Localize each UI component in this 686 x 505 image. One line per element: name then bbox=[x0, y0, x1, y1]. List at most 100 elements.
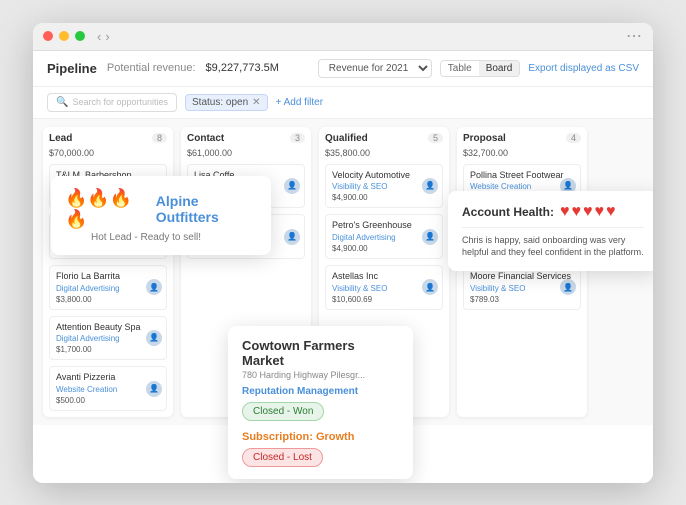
pipeline-label: Pipeline bbox=[47, 61, 97, 76]
deal-tag: Visibility & SEO bbox=[470, 284, 574, 293]
deal-tag: Visibility & SEO bbox=[332, 182, 436, 191]
search-box[interactable]: 🔍 Search for opportunities bbox=[47, 93, 177, 112]
deal-card[interactable]: Florio La Barrita Digital Advertising $3… bbox=[49, 265, 167, 310]
avatar: 👤 bbox=[146, 279, 162, 295]
deal-name: Pollina Street Footwear bbox=[470, 170, 574, 182]
view-toggle: Table Board bbox=[440, 60, 521, 77]
deal-card[interactable]: Avanti Pizzeria Website Creation $500.00… bbox=[49, 366, 167, 411]
heart-3: ♥ bbox=[583, 203, 593, 221]
avatar: 👤 bbox=[422, 178, 438, 194]
nav-back[interactable]: ‹ bbox=[97, 29, 101, 44]
filter-tag[interactable]: Status: open ✕ bbox=[185, 94, 268, 111]
col-amount-lead: $70,000.00 bbox=[49, 148, 167, 158]
deal-amount: $4,900.00 bbox=[332, 244, 436, 253]
browser-nav: ‹ › bbox=[97, 29, 110, 44]
deal-tag: Digital Advertising bbox=[56, 334, 160, 343]
col-count-qualified: 5 bbox=[428, 133, 443, 143]
app-content: Pipeline Potential revenue: $9,227,773.5… bbox=[33, 51, 653, 483]
top-bar-right: Revenue for 2021 Table Board Export disp… bbox=[318, 59, 639, 78]
deal-card[interactable]: Astellas Inc Visibility & SEO $10,600.69… bbox=[325, 265, 443, 310]
deal-tag: Digital Advertising bbox=[56, 284, 160, 293]
deal-name: Petro's Greenhouse bbox=[332, 220, 436, 232]
add-filter[interactable]: + Add filter bbox=[276, 97, 324, 108]
heart-4: ♥ bbox=[595, 203, 605, 221]
heart-1: ♥ bbox=[560, 203, 570, 221]
deal-amount: $3,800.00 bbox=[56, 295, 160, 304]
avatar: 👤 bbox=[422, 229, 438, 245]
col-header-proposal: Proposal 4 bbox=[463, 133, 581, 144]
col-amount-contact: $61,000.00 bbox=[187, 148, 305, 158]
filter-bar: 🔍 Search for opportunities Status: open … bbox=[33, 87, 653, 119]
heart-5: ♥ bbox=[606, 203, 616, 221]
col-title-qualified: Qualified bbox=[325, 133, 368, 144]
deal-tag: Website Creation bbox=[56, 385, 160, 394]
tl-yellow[interactable] bbox=[59, 31, 69, 41]
avatar: 👤 bbox=[284, 178, 300, 194]
deal-amount: $500.00 bbox=[56, 396, 160, 405]
deal-tag: Digital Advertising bbox=[332, 233, 436, 242]
browser-menu[interactable]: ⋯ bbox=[626, 26, 643, 46]
closed-won-badge: Closed - Won bbox=[242, 402, 324, 421]
alpine-title: Alpine Outfitters bbox=[156, 193, 257, 225]
year-select[interactable]: Revenue for 2021 bbox=[318, 59, 432, 78]
col-count-proposal: 4 bbox=[566, 133, 581, 143]
deal-tag: Visibility & SEO bbox=[332, 284, 436, 293]
column-proposal: Proposal 4 $32,700.00 Pollina Street Foo… bbox=[457, 127, 587, 417]
filter-tag-label: Status: open bbox=[192, 97, 248, 108]
col-header-contact: Contact 3 bbox=[187, 133, 305, 144]
health-text: Chris is happy, said onboarding was very… bbox=[462, 234, 644, 259]
deal-name: Avanti Pizzeria bbox=[56, 372, 160, 384]
cowtown-sub-title: Subscription: Growth bbox=[242, 431, 399, 443]
revenue-value: $9,227,773.5M bbox=[206, 62, 279, 74]
col-amount-qualified: $35,800.00 bbox=[325, 148, 443, 158]
col-count-contact: 3 bbox=[290, 133, 305, 143]
table-view-btn[interactable]: Table bbox=[441, 61, 479, 76]
tl-red[interactable] bbox=[43, 31, 53, 41]
revenue-label: Potential revenue: bbox=[107, 62, 196, 74]
deal-amount: $1,700.00 bbox=[56, 345, 160, 354]
deal-card[interactable]: Attention Beauty Spa Digital Advertising… bbox=[49, 316, 167, 361]
deal-name: Velocity Automotive bbox=[332, 170, 436, 182]
avatar: 👤 bbox=[284, 229, 300, 245]
avatar: 👤 bbox=[146, 330, 162, 346]
avatar: 👤 bbox=[560, 279, 576, 295]
deal-amount: $10,600.69 bbox=[332, 295, 436, 304]
col-amount-proposal: $32,700.00 bbox=[463, 148, 581, 158]
health-popup: Account Health: ♥ ♥ ♥ ♥ ♥ Chris is happy… bbox=[448, 191, 653, 271]
divider bbox=[462, 227, 644, 228]
cowtown-address: 780 Harding Highway Pilesgr... bbox=[242, 370, 399, 380]
col-header-lead: Lead 8 bbox=[49, 133, 167, 144]
avatar: 👤 bbox=[422, 279, 438, 295]
deal-amount: $789.03 bbox=[470, 295, 574, 304]
filter-tag-close[interactable]: ✕ bbox=[252, 97, 260, 108]
heart-2: ♥ bbox=[572, 203, 582, 221]
deal-tag: Website Creation bbox=[470, 182, 574, 191]
col-title-proposal: Proposal bbox=[463, 133, 506, 144]
search-placeholder: Search for opportunities bbox=[72, 97, 168, 107]
deal-name: Florio La Barrita bbox=[56, 271, 160, 283]
cowtown-section: Reputation Management bbox=[242, 386, 399, 397]
closed-lost-badge: Closed - Lost bbox=[242, 448, 323, 467]
deal-card[interactable]: Petro's Greenhouse Digital Advertising $… bbox=[325, 214, 443, 259]
cowtown-name: Cowtown Farmers Market bbox=[242, 338, 399, 369]
browser-titlebar: ‹ › ⋯ bbox=[33, 23, 653, 51]
alpine-subtitle: Hot Lead - Ready to sell! bbox=[91, 232, 257, 243]
col-header-qualified: Qualified 5 bbox=[325, 133, 443, 144]
deal-name: Attention Beauty Spa bbox=[56, 322, 160, 334]
col-title-lead: Lead bbox=[49, 133, 72, 144]
browser-window: ‹ › ⋯ Pipeline Potential revenue: $9,227… bbox=[33, 23, 653, 483]
health-header: Account Health: ♥ ♥ ♥ ♥ ♥ bbox=[462, 203, 644, 221]
flame-icon: 🔥🔥🔥🔥 bbox=[65, 188, 148, 230]
health-title: Account Health: bbox=[462, 205, 554, 219]
nav-forward[interactable]: › bbox=[105, 29, 109, 44]
alpine-popup: 🔥🔥🔥🔥 Alpine Outfitters Hot Lead - Ready … bbox=[51, 176, 271, 255]
deal-card[interactable]: Velocity Automotive Visibility & SEO $4,… bbox=[325, 164, 443, 209]
board-view-btn[interactable]: Board bbox=[479, 61, 520, 76]
export-link[interactable]: Export displayed as CSV bbox=[528, 63, 639, 74]
cowtown-popup: Cowtown Farmers Market 780 Harding Highw… bbox=[228, 326, 413, 479]
alpine-header: 🔥🔥🔥🔥 Alpine Outfitters bbox=[65, 188, 257, 230]
tl-green[interactable] bbox=[75, 31, 85, 41]
deal-card[interactable]: Moore Financial Services Visibility & SE… bbox=[463, 265, 581, 310]
search-icon: 🔍 bbox=[56, 97, 68, 108]
deal-name: Moore Financial Services bbox=[470, 271, 574, 283]
